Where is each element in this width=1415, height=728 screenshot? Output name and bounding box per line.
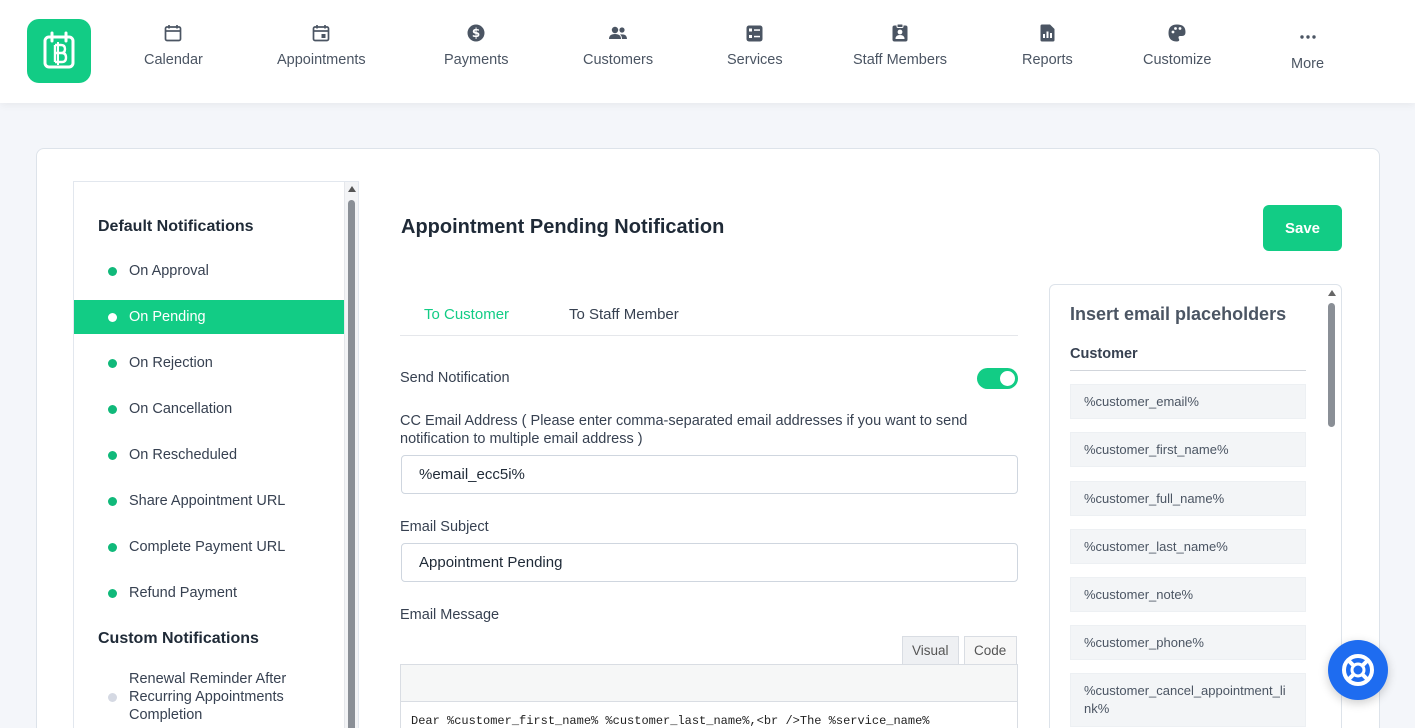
email-message-editor[interactable]: Dear %customer_first_name% %customer_las… (400, 702, 1018, 728)
top-navigation: Calendar Appointments $ Payments Custome… (0, 0, 1415, 103)
svg-text:$: $ (472, 26, 480, 40)
tab-to-customer[interactable]: To Customer (424, 306, 509, 323)
status-dot (108, 404, 117, 414)
placeholder-item[interactable]: %customer_last_name% (1070, 529, 1306, 564)
status-dot (108, 496, 117, 506)
help-button[interactable] (1328, 640, 1388, 700)
placeholder-item[interactable]: %customer_full_name% (1070, 481, 1306, 516)
status-dot (108, 542, 117, 552)
default-notifications-heading: Default Notifications (98, 218, 254, 235)
toggle-knob (1000, 371, 1015, 386)
status-dot (108, 312, 117, 322)
divider (1070, 370, 1306, 371)
placeholder-item[interactable]: %customer_phone% (1070, 625, 1306, 660)
nav-label: Customize (1143, 52, 1212, 68)
logo-icon (43, 31, 75, 69)
editor-toolbar (400, 664, 1018, 702)
cc-email-label: CC Email Address ( Please enter comma-se… (400, 413, 968, 447)
more-icon (1297, 26, 1319, 48)
cc-email-input[interactable] (401, 455, 1018, 494)
dollar-icon: $ (465, 22, 487, 44)
nav-label: Services (727, 52, 783, 68)
palette-icon (1166, 22, 1188, 44)
sidebar-item-on-approval[interactable]: On Approval (74, 254, 344, 288)
sidebar-item-complete-payment-url[interactable]: Complete Payment URL (74, 530, 344, 564)
send-notification-label: Send Notification (400, 370, 510, 386)
sidebar-item-renewal-reminder[interactable]: Renewal Reminder After Recurring Appoint… (74, 669, 314, 725)
status-dot (108, 450, 117, 460)
sidebar-scrollbar[interactable] (344, 182, 358, 728)
nav-customers[interactable]: Customers (583, 22, 653, 68)
nav-appointments[interactable]: Appointments (277, 22, 366, 68)
report-icon (1036, 22, 1058, 44)
nav-customize[interactable]: Customize (1143, 22, 1212, 68)
users-icon (607, 22, 629, 44)
scrollbar-thumb[interactable] (1328, 303, 1335, 427)
sidebar-item-refund-payment[interactable]: Refund Payment (74, 576, 344, 610)
nav-label: Payments (444, 52, 509, 68)
status-dot (108, 266, 117, 276)
nav-more[interactable]: More (1291, 26, 1324, 72)
sidebar-item-share-appointment-url[interactable]: Share Appointment URL (74, 484, 344, 518)
sidebar-item-on-pending[interactable]: On Pending (74, 300, 344, 334)
nav-reports[interactable]: Reports (1022, 22, 1073, 68)
nav-payments[interactable]: $ Payments (444, 22, 508, 68)
calendar-check-icon (310, 22, 332, 44)
placeholder-item[interactable]: %customer_note% (1070, 577, 1306, 612)
nav-staff-members[interactable]: Staff Members (853, 22, 947, 68)
app-logo[interactable] (27, 19, 91, 83)
sidebar-item-on-cancellation[interactable]: On Cancellation (74, 392, 344, 426)
editor-tab-code[interactable]: Code (964, 636, 1017, 665)
badge-icon (889, 22, 911, 44)
nav-label: Appointments (277, 52, 366, 68)
placeholder-item[interactable]: %customer_cancel_appointment_link% (1070, 673, 1306, 727)
page-title: Appointment Pending Notification (401, 216, 725, 238)
nav-services[interactable]: Services (727, 22, 783, 68)
sidebar-item-on-rescheduled[interactable]: On Rescheduled (74, 438, 344, 472)
recipient-tabs: To Customer To Staff Member (400, 296, 1018, 336)
status-dot (108, 692, 117, 702)
editor-tab-visual[interactable]: Visual (902, 636, 959, 665)
nav-calendar[interactable]: Calendar (144, 22, 203, 68)
email-message-label: Email Message (400, 607, 500, 623)
nav-label: Staff Members (853, 52, 948, 68)
lifebuoy-icon (1342, 654, 1374, 686)
nav-label: Reports (1022, 52, 1073, 68)
notifications-sidebar: Default Notifications On Approval On Pen… (73, 181, 359, 728)
scrollbar-thumb[interactable] (348, 200, 355, 728)
email-subject-label: Email Subject (400, 519, 489, 535)
services-icon (744, 22, 766, 44)
calendar-icon (162, 22, 184, 44)
placeholders-title: Insert email placeholders (1070, 304, 1287, 324)
nav-label: Calendar (144, 52, 203, 68)
placeholders-panel: Insert email placeholders Customer %cust… (1049, 284, 1342, 728)
placeholders-group-customer: Customer (1070, 346, 1138, 362)
status-dot (108, 358, 117, 368)
status-dot (108, 588, 117, 598)
scroll-up-icon[interactable] (1328, 290, 1336, 296)
save-button[interactable]: Save (1263, 205, 1342, 251)
sidebar-item-on-rejection[interactable]: On Rejection (74, 346, 344, 380)
nav-label: Customers (583, 52, 654, 68)
scroll-up-icon[interactable] (348, 186, 356, 192)
placeholder-item[interactable]: %customer_first_name% (1070, 432, 1306, 467)
nav-label: More (1291, 56, 1325, 72)
placeholder-item[interactable]: %customer_email% (1070, 384, 1306, 419)
custom-notifications-heading: Custom Notifications (98, 630, 259, 647)
tab-to-staff-member[interactable]: To Staff Member (569, 306, 679, 323)
email-subject-input[interactable] (401, 543, 1018, 582)
send-notification-toggle[interactable] (977, 368, 1018, 389)
